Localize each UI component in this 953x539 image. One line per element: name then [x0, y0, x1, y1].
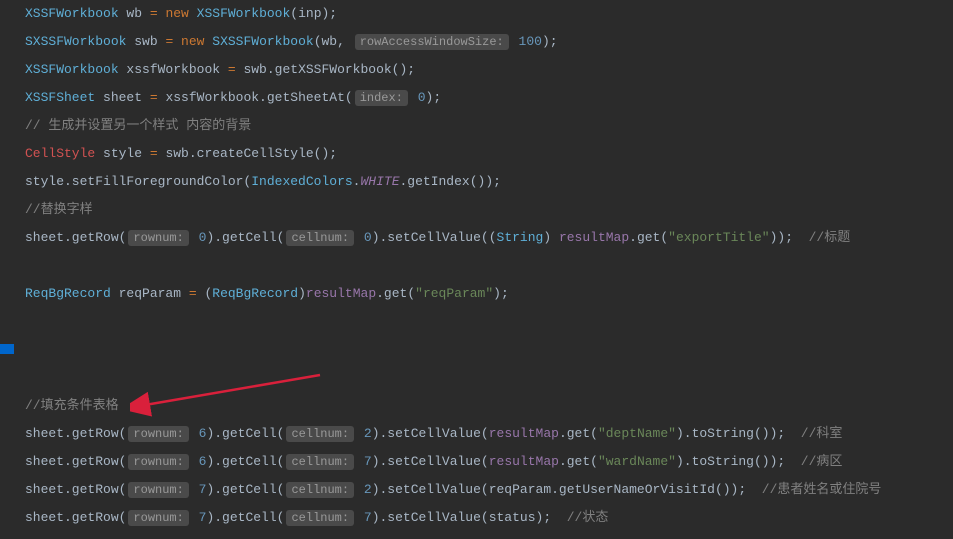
code-line: sheet.getRow(rownum: 6).getCell(cellnum:…	[5, 420, 953, 448]
param-hint: rowAccessWindowSize:	[355, 34, 509, 50]
code-line: XSSFSheet sheet = xssfWorkbook.getSheetA…	[5, 84, 953, 112]
code-line: sheet.getRow(rownum: 0).getCell(cellnum:…	[5, 224, 953, 252]
code-line: SXSSFWorkbook swb = new SXSSFWorkbook(wb…	[5, 28, 953, 56]
code-line: ReqBgRecord reqParam = (ReqBgRecord)resu…	[5, 280, 953, 308]
param-hint: cellnum:	[286, 510, 354, 526]
gutter-marker-icon[interactable]	[0, 344, 14, 354]
code-line: XSSFWorkbook wb = new XSSFWorkbook(inp);	[5, 0, 953, 28]
param-hint: rownum:	[128, 482, 188, 498]
code-editor[interactable]: XSSFWorkbook wb = new XSSFWorkbook(inp);…	[0, 0, 953, 531]
param-hint: cellnum:	[286, 454, 354, 470]
param-hint: rownum:	[128, 454, 188, 470]
param-hint: cellnum:	[286, 230, 354, 246]
code-line: sheet.getRow(rownum: 7).getCell(cellnum:…	[5, 504, 953, 532]
code-line: XSSFWorkbook xssfWorkbook = swb.getXSSFW…	[5, 56, 953, 84]
code-line-comment: //填充条件表格	[5, 392, 953, 420]
blank-line	[5, 308, 953, 336]
code-line: style.setFillForegroundColor(IndexedColo…	[5, 168, 953, 196]
code-line-comment: // 生成并设置另一个样式 内容的背景	[5, 112, 953, 140]
param-hint: cellnum:	[286, 482, 354, 498]
code-line: CellStyle style = swb.createCellStyle();	[5, 140, 953, 168]
param-hint: index:	[355, 90, 408, 106]
blank-line	[5, 252, 953, 280]
blank-line	[5, 336, 953, 364]
param-hint: cellnum:	[286, 426, 354, 442]
param-hint: rownum:	[128, 426, 188, 442]
blank-line	[5, 364, 953, 392]
param-hint: rownum:	[128, 230, 188, 246]
code-line: sheet.getRow(rownum: 7).getCell(cellnum:…	[5, 476, 953, 504]
code-line-comment: //替换字样	[5, 196, 953, 224]
code-line: sheet.getRow(rownum: 6).getCell(cellnum:…	[5, 448, 953, 476]
param-hint: rownum:	[128, 510, 188, 526]
